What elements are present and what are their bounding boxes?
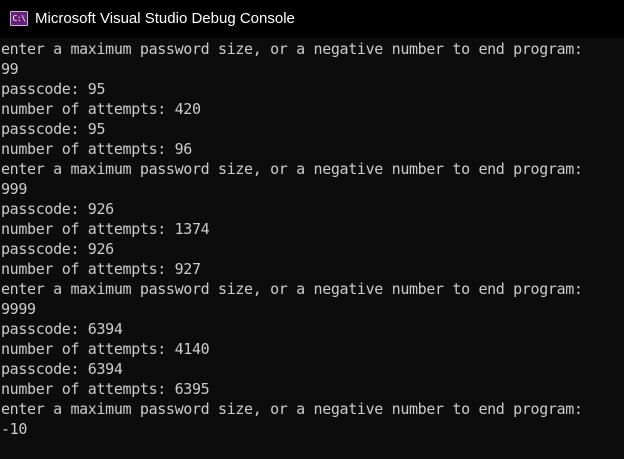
console-line: passcode: 926 (1, 240, 114, 258)
console-output[interactable]: enter a maximum password size, or a nega… (1, 39, 623, 439)
console-line: number of attempts: 4140 (1, 340, 210, 358)
console-line: 9999 (1, 300, 36, 318)
console-line: number of attempts: 927 (1, 260, 201, 278)
console-line: number of attempts: 6395 (1, 380, 210, 398)
console-line: -10 (1, 420, 28, 438)
console-line: enter a maximum password size, or a nega… (1, 160, 583, 178)
title-bar[interactable]: C:\ Microsoft Visual Studio Debug Consol… (0, 0, 624, 38)
window-title: Microsoft Visual Studio Debug Console (35, 10, 295, 27)
console-line: number of attempts: 420 (1, 100, 201, 118)
console-window: C:\ Microsoft Visual Studio Debug Consol… (0, 0, 624, 459)
console-line: enter a maximum password size, or a nega… (1, 40, 583, 58)
console-line: 99 (1, 60, 19, 78)
console-line: passcode: 6394 (1, 360, 123, 378)
console-line: passcode: 95 (1, 120, 106, 138)
console-line: enter a maximum password size, or a nega… (1, 280, 583, 298)
vs-console-icon: C:\ (10, 11, 28, 26)
console-line: passcode: 95 (1, 80, 106, 98)
console-line: number of attempts: 1374 (1, 220, 210, 238)
console-line: passcode: 926 (1, 200, 114, 218)
console-line: number of attempts: 96 (1, 140, 192, 158)
console-line: passcode: 6394 (1, 320, 123, 338)
console-line: 999 (1, 180, 28, 198)
console-line: enter a maximum password size, or a nega… (1, 400, 583, 418)
